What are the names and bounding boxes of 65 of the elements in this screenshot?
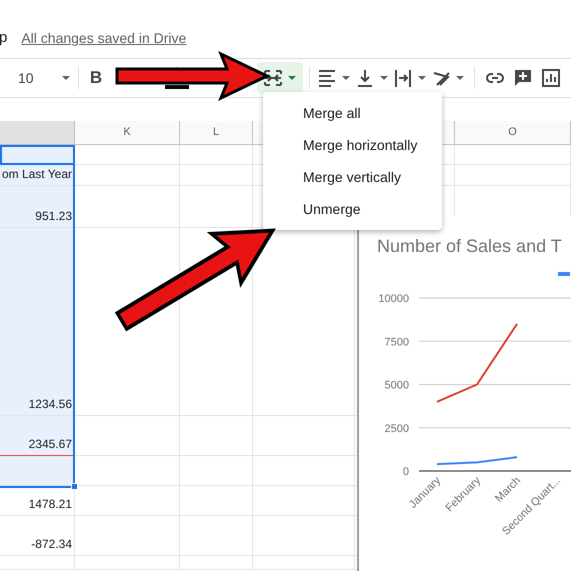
- text-rotation-icon: [432, 69, 450, 87]
- caret-icon[interactable]: [288, 76, 296, 80]
- table-cell[interactable]: [455, 165, 571, 186]
- table-cell[interactable]: [253, 556, 355, 570]
- column-header[interactable]: K: [75, 121, 180, 145]
- table-cell[interactable]: [75, 516, 180, 556]
- menu-item[interactable]: Merge all: [263, 97, 442, 129]
- menu-item[interactable]: Merge horizontally: [263, 129, 442, 161]
- table-cell[interactable]: [253, 486, 355, 516]
- menu-item[interactable]: p: [0, 26, 8, 49]
- table-cell[interactable]: [180, 416, 253, 456]
- add-comment-icon: [514, 69, 532, 87]
- table-cell[interactable]: [455, 145, 571, 165]
- save-status-link[interactable]: All changes saved in Drive: [21, 28, 186, 49]
- table-cell[interactable]: [253, 516, 355, 556]
- table-cell[interactable]: [75, 186, 180, 228]
- menu-item[interactable]: Merge vertically: [263, 161, 442, 193]
- table-cell[interactable]: 951.23: [0, 186, 75, 228]
- table-cell[interactable]: [75, 456, 180, 486]
- table-cell[interactable]: [75, 165, 180, 186]
- chart-title: Number of Sales and T: [377, 236, 562, 256]
- table-cell[interactable]: [75, 416, 180, 456]
- legend-swatch: [558, 272, 570, 276]
- table-cell[interactable]: [253, 416, 355, 456]
- table-cell[interactable]: [75, 486, 180, 516]
- font-size-select[interactable]: 10: [8, 64, 72, 92]
- caret-icon[interactable]: [342, 76, 350, 80]
- y-tick-label: 0: [402, 466, 409, 478]
- table-cell[interactable]: 2345.67: [0, 416, 75, 456]
- caret-icon[interactable]: [456, 76, 464, 80]
- y-tick-label: 7500: [384, 336, 409, 348]
- table-cell[interactable]: [180, 556, 253, 570]
- bold-button[interactable]: B: [87, 64, 105, 92]
- table-cell[interactable]: [253, 456, 355, 486]
- align-left-icon: [318, 69, 336, 87]
- y-tick-label: 2500: [384, 422, 409, 435]
- table-cell[interactable]: [180, 186, 253, 228]
- merge-cells-icon[interactable]: [264, 70, 282, 86]
- column-header[interactable]: L: [180, 121, 253, 145]
- font-size-value: 10: [18, 68, 34, 88]
- table-cell[interactable]: [253, 228, 355, 416]
- caret-icon[interactable]: [380, 76, 388, 80]
- text-wrap-icon: [394, 69, 412, 87]
- y-tick-label: 5000: [384, 380, 409, 392]
- table-cell[interactable]: [180, 516, 253, 556]
- y-tick-label: 10000: [378, 293, 409, 305]
- table-cell[interactable]: 1234.56: [0, 228, 75, 416]
- table-cell[interactable]: [180, 486, 253, 516]
- table-cell[interactable]: [75, 556, 180, 570]
- table-cell[interactable]: [0, 456, 75, 486]
- align-bottom-icon: [356, 69, 374, 87]
- table-cell[interactable]: [75, 228, 180, 416]
- table-cell[interactable]: [180, 456, 253, 486]
- table-cell[interactable]: [75, 145, 180, 165]
- insert-chart-icon: [542, 69, 560, 87]
- table-cell[interactable]: [180, 145, 253, 165]
- table-cell[interactable]: om Last Year: [0, 165, 75, 186]
- column-header[interactable]: O: [455, 121, 571, 145]
- caret-icon[interactable]: [418, 76, 426, 80]
- table-cell[interactable]: [180, 165, 253, 186]
- menu-item[interactable]: Unmerge: [263, 193, 442, 225]
- table-cell[interactable]: [0, 556, 75, 570]
- caret-icon[interactable]: [62, 76, 70, 80]
- fill-handle[interactable]: [71, 483, 78, 490]
- table-cell[interactable]: -872.34: [0, 516, 75, 556]
